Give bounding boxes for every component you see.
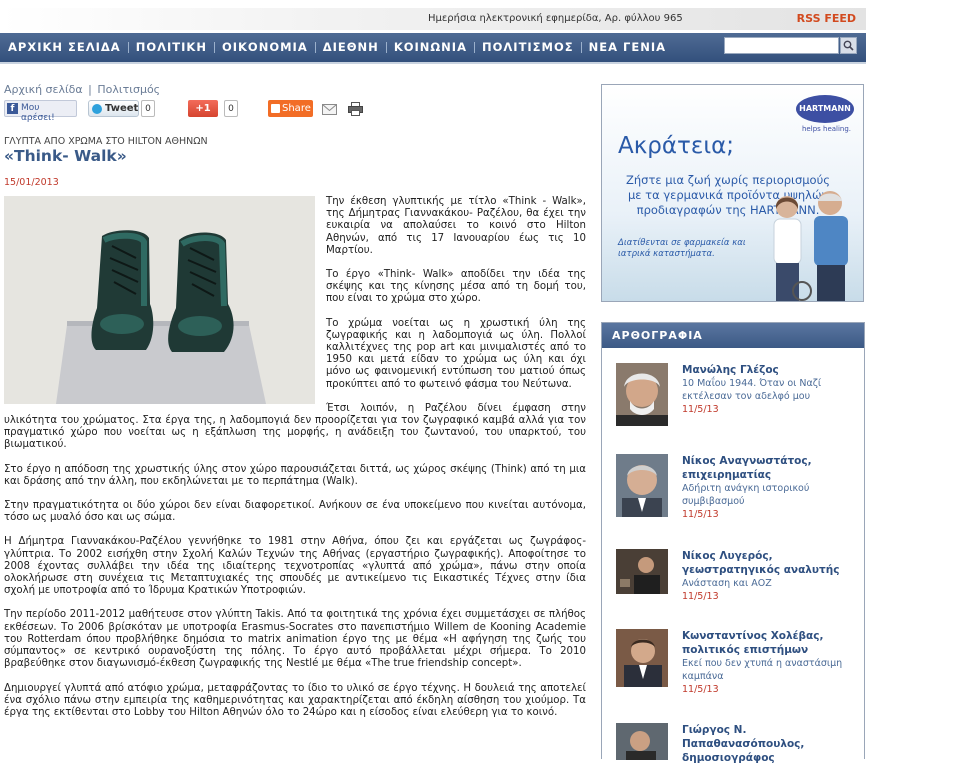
- breadcrumb-section[interactable]: Πολιτισμός: [97, 83, 160, 96]
- search-icon: [843, 40, 854, 51]
- columnist-summary[interactable]: Αδήριτη ανάγκη ιστορικού συμβιβασμού: [682, 482, 857, 508]
- portrait-image: [616, 629, 668, 687]
- search-button[interactable]: [840, 37, 857, 54]
- article-kicker: ΓΛΥΠΤΑ ΑΠΟ ΧΡΩΜΑ ΣΤΟ HILTON ΑΘΗΝΩΝ: [4, 136, 208, 147]
- columnist-name[interactable]: Μανώλης Γλέζος: [682, 363, 857, 377]
- columnist-text: Νίκος Λυγερός, γεωστρατηγικός αναλυτής Α…: [682, 549, 857, 603]
- twitter-bird-icon: [92, 104, 102, 114]
- rss-feed-link[interactable]: RSS FEED: [797, 12, 856, 25]
- columnist-date: 11/5/13: [682, 509, 719, 520]
- columnist-date: 11/5/13: [682, 591, 719, 602]
- gplus-count: 0: [224, 100, 238, 117]
- columnist-summary[interactable]: Εκεί που δεν χτυπά η αναστάσιμη καμπάνα: [682, 657, 857, 683]
- breadcrumb-home[interactable]: Αρχική σελίδα: [4, 83, 83, 96]
- print-button[interactable]: [348, 101, 363, 120]
- portrait-image: [616, 549, 668, 594]
- printer-icon: [348, 102, 363, 116]
- columnist-photo[interactable]: [616, 723, 668, 760]
- nav-items: ΑΡΧΙΚΗ ΣΕΛΙΔΑ ΠΟΛΙΤΙΚΗ ΟΙΚΟΝΟΜΙΑ ΔΙΕΘΝΗ …: [0, 33, 673, 62]
- article-body: Την έκθεση γλυπτικής με τίτλο «Think - W…: [4, 196, 586, 731]
- columnist-text: Μανώλης Γλέζος 10 Μαΐου 1944. Όταν οι Να…: [682, 363, 857, 416]
- nav-item-society[interactable]: ΚΟΙΝΩΝΙΑ: [387, 41, 475, 53]
- article-title: «Think- Walk»: [4, 147, 127, 165]
- columnist-text: Κωνσταντίνος Χολέβας, πολιτικός επιστήμω…: [682, 629, 857, 696]
- tweet-button[interactable]: Tweet: [88, 100, 139, 117]
- hartmann-ad[interactable]: HARTMANN helps healing. Ακράτεια; Ζήστε …: [601, 84, 864, 302]
- article-paragraph: Στην πραγματικότητα οι δύο χώροι δεν είν…: [4, 500, 586, 524]
- main-nav: ΑΡΧΙΚΗ ΣΕΛΙΔΑ ΠΟΛΙΤΙΚΗ ΟΙΚΟΝΟΜΙΑ ΔΙΕΘΝΗ …: [0, 33, 866, 64]
- top-bar: Ημερήσια ηλεκτρονική εφημερίδα, Αρ. φύλλ…: [0, 8, 866, 30]
- columnist-date: 11/5/13: [682, 684, 719, 695]
- facebook-like-button[interactable]: f Μου αρέσει!: [4, 100, 77, 123]
- columnist-name[interactable]: Νίκος Λυγερός, γεωστρατηγικός αναλυτής: [682, 549, 857, 577]
- article-paragraph: Την περίοδο 2011-2012 μαθήτευσε στον γλύ…: [4, 609, 586, 670]
- ad-tagline: helps healing.: [802, 125, 852, 133]
- columnist-name[interactable]: Νίκος Αναγνωστάτος, επιχειρηματίας: [682, 454, 857, 482]
- nav-item-culture[interactable]: ΠΟΛΙΤΙΣΜΟΣ: [475, 41, 582, 53]
- columnist-photo[interactable]: [616, 549, 668, 594]
- ad-headline: Ακράτεια;: [618, 133, 735, 159]
- couple-image: [773, 191, 848, 301]
- nav-item-international[interactable]: ΔΙΕΘΝΗ: [316, 41, 387, 53]
- facebook-like-label: Μου αρέσει!: [21, 103, 55, 123]
- columnists-box: ΑΡΘΟΓΡΑΦΙΑ Μανώλης Γλέζος 10 Μαΐου 1944.…: [601, 322, 865, 764]
- columnists-header: ΑΡΘΟΓΡΑΦΙΑ: [602, 323, 864, 348]
- breadcrumb-separator: |: [88, 83, 92, 96]
- nav-item-economy[interactable]: ΟΙΚΟΝΟΜΙΑ: [215, 41, 316, 53]
- search-input[interactable]: [724, 37, 839, 54]
- hartmann-logo: HARTMANN: [796, 95, 854, 123]
- ad-small-print: Διατίθενται σε φαρμακεία και ιατρικά κατ…: [618, 238, 746, 259]
- share-button[interactable]: Share: [268, 100, 313, 117]
- columnist-photo[interactable]: [616, 454, 668, 517]
- tweet-label: Tweet: [105, 103, 139, 114]
- nav-item-politics[interactable]: ΠΟΛΙΤΙΚΗ: [129, 41, 215, 53]
- photo-spacer: [4, 196, 315, 412]
- columnist-photo[interactable]: [616, 629, 668, 687]
- columnist-summary[interactable]: Ανάσταση και ΑΟΖ: [682, 577, 857, 590]
- columnist-summary[interactable]: 10 Μαΐου 1944. Όταν οι Ναζί εκτέλεσαν το…: [682, 377, 857, 403]
- columnist-date: 11/5/13: [682, 404, 719, 415]
- breadcrumb: Αρχική σελίδα | Πολιτισμός: [4, 83, 160, 96]
- page: Ημερήσια ηλεκτρονική εφημερίδα, Αρ. φύλλ…: [0, 0, 866, 764]
- article-paragraph: Δημιουργεί γλυπτά από ατόφιο χρώμα, μετα…: [4, 682, 586, 718]
- columnist-name[interactable]: Κωνσταντίνος Χολέβας, πολιτικός επιστήμω…: [682, 629, 857, 657]
- article-date: 15/01/2013: [4, 177, 59, 188]
- article-paragraph: Στο έργο η απόδοση της χρωστικής ύλης στ…: [4, 463, 586, 487]
- columnist-photo[interactable]: [616, 363, 668, 426]
- portrait-image: [616, 723, 668, 760]
- email-button[interactable]: [322, 101, 337, 120]
- portrait-image: [616, 363, 668, 426]
- facebook-icon: f: [7, 103, 18, 114]
- share-icon: [271, 104, 280, 113]
- share-label: Share: [282, 103, 311, 114]
- edition-info: Ημερήσια ηλεκτρονική εφημερίδα, Αρ. φύλλ…: [428, 13, 683, 24]
- nav-item-home[interactable]: ΑΡΧΙΚΗ ΣΕΛΙΔΑ: [0, 41, 129, 53]
- nav-item-youth[interactable]: ΝΕΑ ΓΕΝΙΑ: [582, 41, 673, 53]
- gplus-button[interactable]: +1: [188, 100, 218, 117]
- article-paragraph: Η Δήμητρα Γιαννακάκου-Ραζέλου γεννήθηκε …: [4, 536, 586, 597]
- tweet-count: 0: [141, 100, 155, 117]
- envelope-icon: [322, 104, 337, 115]
- portrait-image: [616, 454, 668, 517]
- columnist-text: Νίκος Αναγνωστάτος, επιχειρηματίας Αδήρι…: [682, 454, 857, 521]
